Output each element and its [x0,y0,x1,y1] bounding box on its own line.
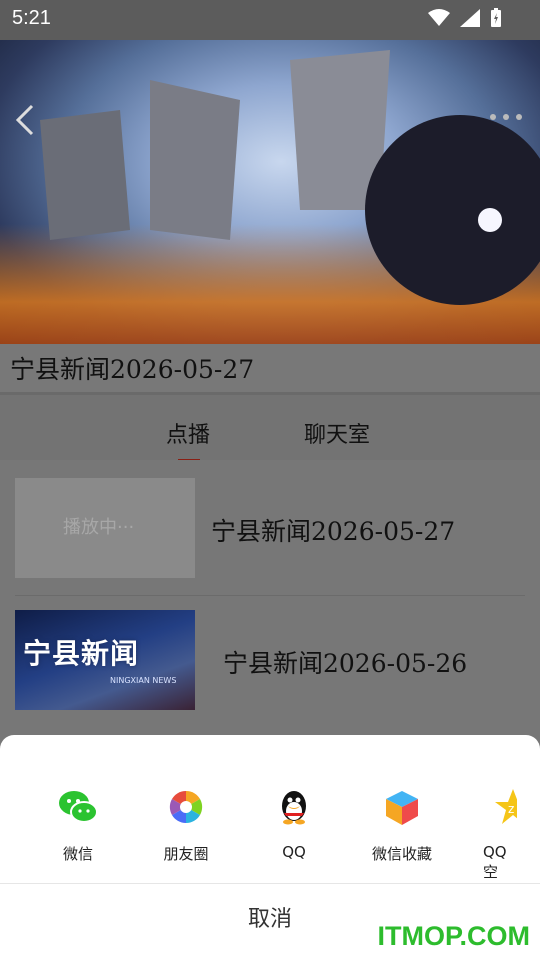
share-moments[interactable]: 朋友圈 [141,785,231,864]
share-wechat[interactable]: 微信 [33,785,123,864]
svg-text:z: z [508,802,514,816]
qzone-icon: z [495,789,517,824]
battery-icon [491,8,501,27]
video-title: 宁县新闻2026-05-27 [10,355,255,384]
list-item-title: 宁县新闻2026-05-27 [211,517,456,546]
list-item[interactable]: 宁县新闻 NINGXIAN NEWS 宁县新闻2026-05-26 [15,610,525,720]
status-time: 5:21 [12,7,51,29]
tab-bar: 点播 聊天室 [0,392,540,463]
wifi-icon [428,9,450,26]
list-item[interactable]: 播放中··· 宁县新闻2026-05-27 [15,478,525,588]
qq-icon [282,791,306,825]
playing-label: 播放中··· [63,517,135,538]
watermark: ITMOP.COM [377,921,530,951]
share-label: QQ [282,843,306,861]
divider [15,595,525,596]
thumbnail: 播放中··· [15,478,195,578]
video-frame-art [40,50,540,305]
moments-icon [169,790,203,824]
share-qzone[interactable]: z QQ空 [465,785,517,882]
thumbnail-logo: 宁县新闻 [23,637,140,670]
tab-vod[interactable]: 点播 [166,417,210,449]
share-wechat-favorites[interactable]: 微信收藏 [357,785,447,864]
video-list: 播放中··· 宁县新闻2026-05-27 宁县新闻 NINGXIAN NEWS… [0,460,540,740]
video-player[interactable] [0,40,540,344]
share-label: 微信 [62,845,93,863]
share-label: 朋友圈 [163,845,209,863]
sheet-divider [0,883,540,884]
back-button[interactable] [12,100,40,140]
more-options-button[interactable] [488,108,524,126]
wechat-favorites-icon [386,791,418,825]
list-item-title: 宁县新闻2026-05-26 [223,649,468,678]
share-label: 微信收藏 [371,845,432,863]
signal-icon [460,9,480,27]
thumbnail-logo-small: NINGXIAN NEWS [110,676,177,685]
status-bar: 5:21 [0,0,540,40]
share-qq[interactable]: QQ [249,785,339,861]
thumbnail: 宁县新闻 NINGXIAN NEWS [15,610,195,710]
wechat-icon [59,791,98,823]
tab-chatroom[interactable]: 聊天室 [304,417,370,449]
status-icons [428,8,502,28]
share-label: QQ空 [483,843,507,881]
